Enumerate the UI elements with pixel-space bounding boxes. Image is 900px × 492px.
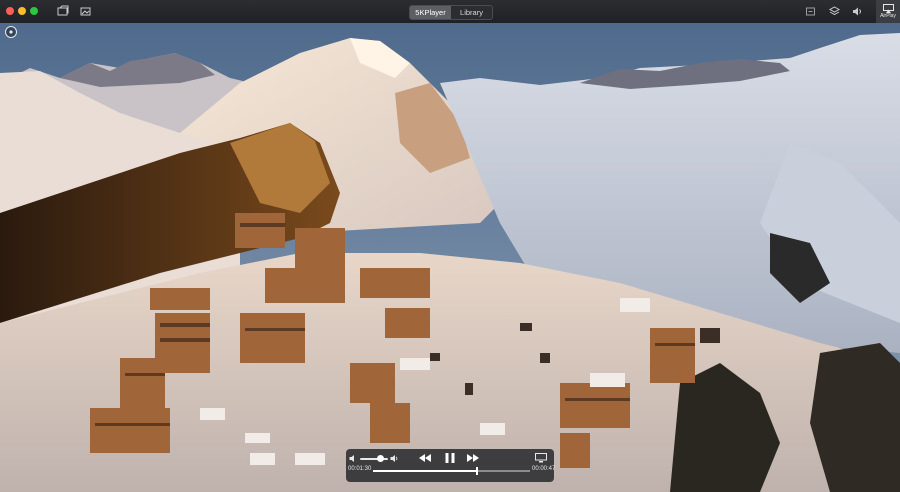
- close-icon: [9, 30, 13, 34]
- tab-5kplayer[interactable]: 5KPlayer: [410, 6, 451, 19]
- volume-knob[interactable]: [376, 455, 384, 462]
- pause-icon[interactable]: [444, 452, 456, 464]
- screen-icon[interactable]: [535, 453, 547, 463]
- progress-fill: [373, 470, 477, 472]
- volume-slider[interactable]: [360, 458, 388, 460]
- video-scene: [0, 23, 900, 492]
- airplay-button[interactable]: AirPlay: [876, 0, 900, 23]
- video-frame[interactable]: [0, 23, 900, 492]
- progress-bar[interactable]: [373, 467, 530, 475]
- mute-icon[interactable]: [349, 454, 358, 463]
- airplay-label: AirPlay: [880, 13, 896, 19]
- video-folder-icon[interactable]: [57, 5, 69, 17]
- volume-icon[interactable]: [852, 6, 863, 17]
- close-video-button[interactable]: [5, 26, 17, 38]
- photo-folder-icon[interactable]: [80, 5, 92, 17]
- airplay-icon: [882, 4, 894, 13]
- progress-knob[interactable]: [475, 467, 478, 475]
- zoom-window-button[interactable]: [30, 7, 38, 15]
- elapsed-time: 00:01:30: [348, 466, 372, 472]
- remaining-time: 00:00:47: [532, 466, 556, 472]
- volume-max-icon[interactable]: [390, 454, 399, 463]
- tab-library[interactable]: Library: [451, 6, 492, 19]
- layers-icon[interactable]: [829, 6, 840, 17]
- view-switcher: 5KPlayer Library: [409, 5, 493, 20]
- rewind-icon[interactable]: [418, 453, 432, 463]
- minimize-window-button[interactable]: [18, 7, 26, 15]
- dlna-icon[interactable]: [805, 6, 816, 17]
- title-bar: 5KPlayer Library AirPlay: [0, 0, 900, 24]
- fast-forward-icon[interactable]: [466, 453, 480, 463]
- player-controls: 00:01:30 00:00:47: [346, 449, 556, 482]
- close-window-button[interactable]: [6, 7, 14, 15]
